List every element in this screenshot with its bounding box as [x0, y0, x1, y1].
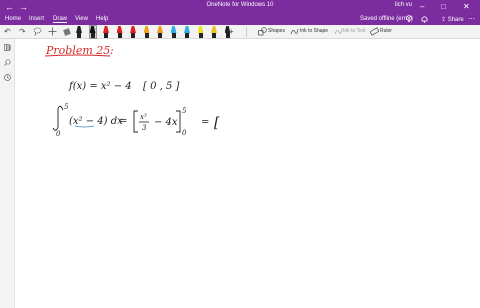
pen-swatch[interactable]	[170, 26, 177, 38]
evaluation-upper-limit: 5	[182, 107, 187, 115]
equals-sign: =	[119, 116, 127, 127]
pen-body	[77, 33, 81, 38]
bell-icon[interactable]	[421, 15, 428, 25]
user-name[interactable]: lich vu	[395, 2, 412, 8]
integral-sign	[52, 105, 64, 131]
pen-swatch[interactable]	[157, 26, 163, 38]
ink-to-text-icon	[334, 27, 343, 39]
share-button[interactable]: ⇪ Share	[441, 16, 464, 23]
tab-insert[interactable]: Insert	[29, 16, 44, 22]
evaluation-lower-limit: 0	[182, 129, 187, 137]
pen-tip	[184, 26, 190, 33]
tab-help[interactable]: Help	[96, 16, 108, 22]
more-options-icon[interactable]: ⋯	[468, 15, 475, 23]
pen-body	[212, 33, 216, 38]
ruler-button[interactable]: Ruler	[380, 28, 392, 34]
pen-tip	[130, 26, 136, 33]
pen-tip	[157, 26, 163, 33]
pen-swatch[interactable]	[76, 26, 82, 38]
undo-icon[interactable]: ↶	[4, 27, 11, 37]
equals-sign-2: =	[201, 117, 209, 128]
ruler-icon[interactable]	[369, 27, 380, 39]
left-bracket	[133, 110, 138, 133]
integrand: (x² − 4) dx	[69, 116, 123, 127]
function-definition: f(x) = x² − 4	[68, 81, 132, 92]
pen-tip	[76, 26, 82, 33]
share-icon: ⇪	[441, 17, 447, 23]
tab-view[interactable]: View	[75, 16, 88, 22]
pen-body	[131, 33, 135, 38]
menu-bar: Home Insert Draw View Help Saved offline…	[0, 14, 480, 25]
pen-tip	[89, 26, 96, 33]
pen-swatch[interactable]	[211, 26, 217, 38]
integral-lower-bound: 0	[56, 130, 61, 138]
note-canvas[interactable]: Problem 25 : f(x) = x² − 4 [ 0 , 5 ] 5 0…	[16, 39, 480, 308]
pen-swatch[interactable]	[103, 26, 109, 38]
ink-to-shape-icon[interactable]	[290, 27, 299, 39]
ink-to-text-button: Ink to Text	[343, 28, 366, 34]
shapes-icon[interactable]	[258, 27, 267, 39]
shapes-button[interactable]: Shapes	[268, 28, 285, 34]
eraser-icon[interactable]	[63, 27, 71, 39]
tab-home[interactable]: Home	[5, 16, 21, 22]
pen-body	[171, 33, 176, 38]
pen-tip	[116, 26, 123, 33]
pen-body	[185, 33, 189, 38]
pen-swatch[interactable]	[184, 26, 190, 38]
share-label: Share	[447, 17, 464, 23]
pen-tip	[103, 26, 109, 33]
pen-tip	[170, 26, 177, 33]
ink-to-shape-button[interactable]: Ink to Shape	[300, 28, 328, 34]
antiderivative-numerator: x³	[140, 113, 147, 121]
pen-swatch[interactable]	[116, 26, 123, 38]
pen-body	[104, 33, 108, 38]
pen-tip	[197, 26, 204, 33]
maximize-icon[interactable]: □	[441, 1, 446, 13]
pen-body	[158, 33, 162, 38]
pen-swatch[interactable]	[197, 26, 204, 38]
add-space-icon[interactable]	[48, 27, 57, 39]
ink-layer: Problem 25 : f(x) = x² − 4 [ 0 , 5 ] 5 0…	[44, 44, 220, 138]
add-pen-icon[interactable]: +	[229, 27, 234, 37]
pen-body	[90, 33, 95, 38]
sync-status[interactable]: Saved offline (error)	[360, 16, 413, 22]
recent-notes-icon[interactable]	[4, 74, 11, 83]
pen-body	[144, 33, 149, 38]
navigation-sidebar	[0, 39, 15, 308]
minimize-icon[interactable]: –	[420, 1, 424, 13]
lasso-select-icon[interactable]	[33, 27, 42, 39]
pen-tip	[143, 26, 150, 33]
close-icon[interactable]: ✕	[463, 1, 470, 13]
antiderivative-denominator: 3	[142, 124, 147, 132]
redo-icon[interactable]: ↷	[19, 27, 26, 37]
pen-body	[117, 33, 122, 38]
notebooks-icon[interactable]	[4, 44, 11, 53]
pen-body	[198, 33, 203, 38]
tab-draw[interactable]: Draw	[53, 16, 68, 23]
draw-ribbon: ↶ ↷ + Shapes Ink to Shape Ink to Text Ru…	[0, 25, 480, 39]
integral-upper-bound: 5	[64, 103, 69, 111]
antiderivative-linear-term: − 4x	[154, 117, 178, 128]
pen-swatch[interactable]	[130, 26, 136, 38]
pen-swatch[interactable]	[143, 26, 150, 38]
search-icon[interactable]	[4, 59, 11, 68]
title-bar: ← → OneNote for Windows 10 lich vu – □ ✕	[0, 0, 480, 14]
next-open-bracket: [	[214, 115, 220, 131]
pen-tip	[211, 26, 217, 33]
problem-heading-colon: :	[110, 44, 114, 57]
function-interval: [ 0 , 5 ]	[143, 81, 180, 92]
pen-swatch[interactable]	[88, 25, 97, 39]
lightbulb-icon[interactable]	[406, 15, 412, 25]
